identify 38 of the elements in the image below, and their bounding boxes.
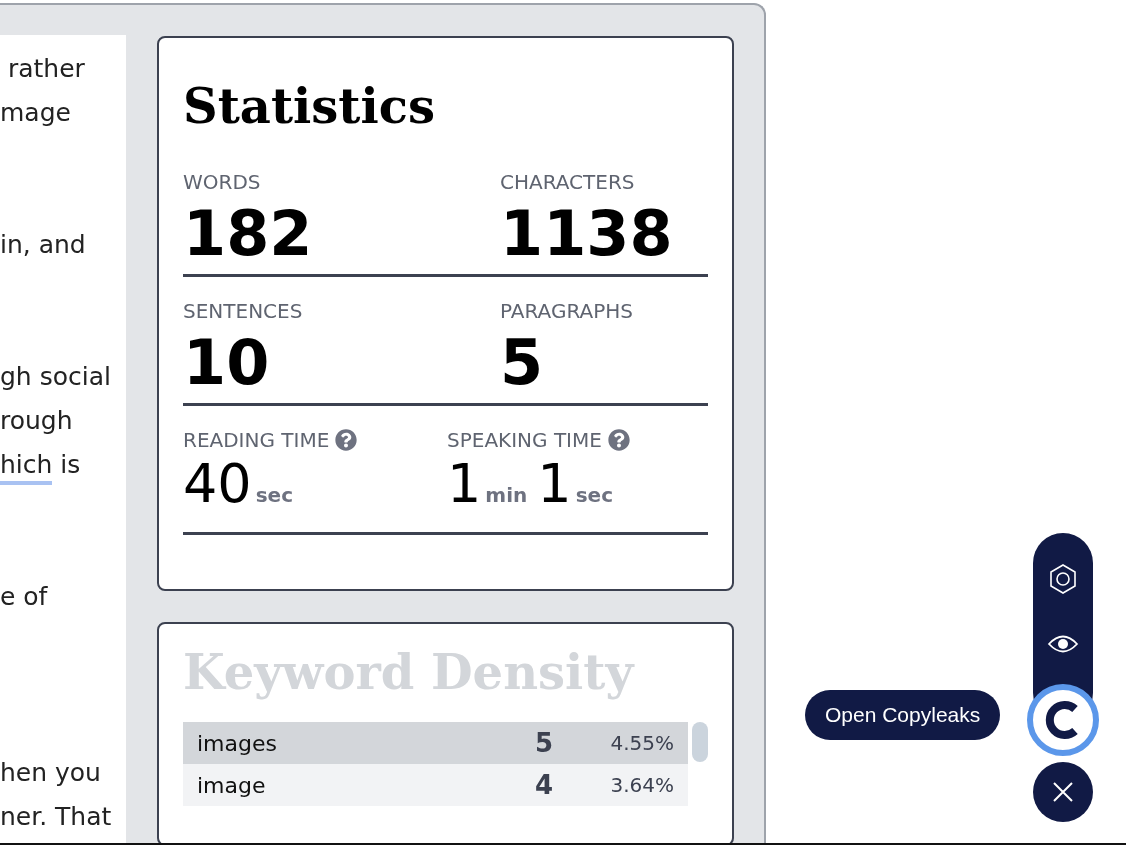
hexagon-icon <box>1048 563 1078 595</box>
editor-text: hich is <box>0 450 81 485</box>
time-unit: sec <box>255 483 294 507</box>
card-title: Statistics <box>183 78 437 134</box>
stat-value: 1138 <box>500 196 674 272</box>
stat-label: READING TIME <box>183 428 330 452</box>
time-value: 1 <box>537 452 572 515</box>
tooltip: Open Copyleaks <box>805 690 1001 740</box>
keyword-row[interactable]: images 5 4.55% <box>183 722 688 764</box>
hexagon-button[interactable] <box>1048 563 1078 595</box>
stat-label: CHARACTERS <box>500 170 636 194</box>
time-value: 1 <box>447 452 482 515</box>
eye-icon <box>1047 633 1079 655</box>
help-icon[interactable] <box>335 429 358 451</box>
stat-value: 5 <box>500 325 545 401</box>
editor-text: gh social <box>0 362 111 391</box>
time-unit: sec <box>575 483 613 507</box>
stat-label: WORDS <box>183 170 262 194</box>
editor-text: ner. That <box>0 802 112 831</box>
editor-text: rather <box>6 54 85 83</box>
editor-text: rough <box>0 406 73 435</box>
stat-label: SPEAKING TIME <box>447 428 602 452</box>
editor-text: hen you <box>0 758 101 787</box>
close-icon <box>1052 781 1074 803</box>
close-button[interactable] <box>1033 762 1093 822</box>
keyword-row[interactable]: image 4 3.64% <box>183 764 688 806</box>
editor-text: mage <box>0 98 71 127</box>
scrollbar-thumb[interactable] <box>692 722 708 762</box>
eye-button[interactable] <box>1047 633 1079 655</box>
time-unit: min <box>485 483 528 507</box>
editor-text: in, and <box>0 230 86 259</box>
help-icon[interactable] <box>607 429 630 451</box>
time-value: 40 <box>183 452 252 515</box>
stat-label: SENTENCES <box>183 299 304 323</box>
stat-value: 182 <box>183 196 314 272</box>
stat-label: PARAGRAPHS <box>500 299 634 323</box>
editor-text: e of <box>0 582 48 611</box>
stat-value: 10 <box>183 325 271 401</box>
